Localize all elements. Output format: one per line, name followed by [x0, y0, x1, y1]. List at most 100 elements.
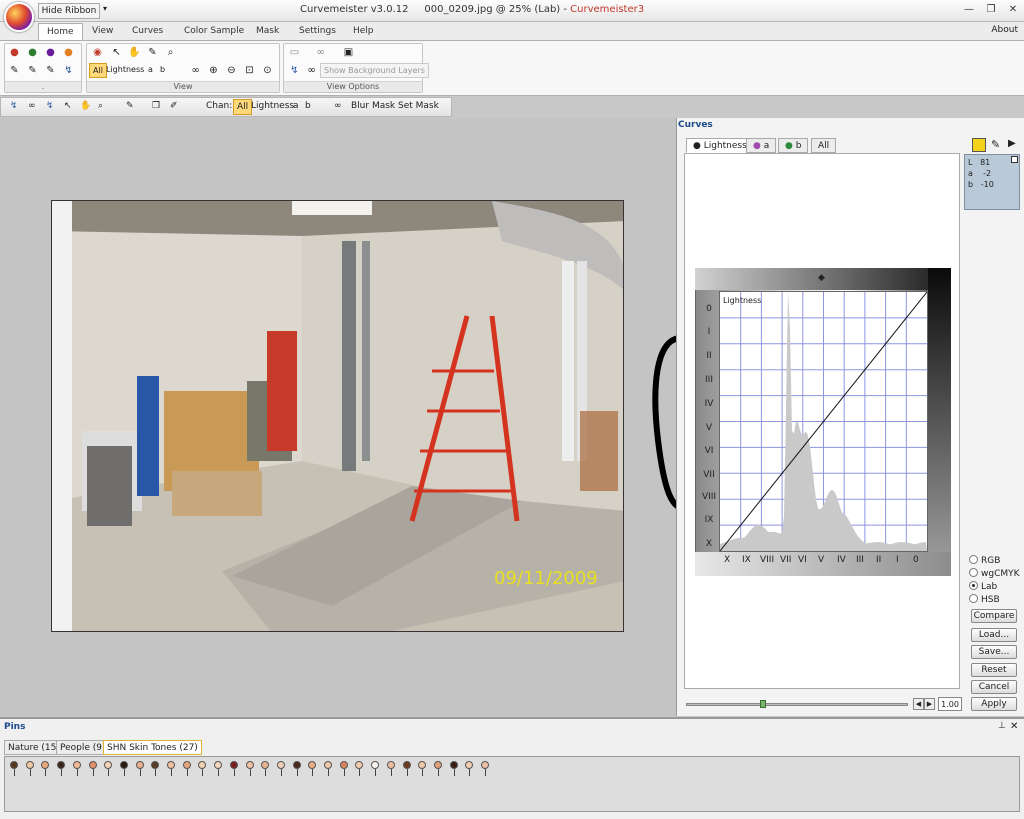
- tb-link-icon[interactable]: ∞: [334, 99, 342, 115]
- skin-tone-pin[interactable]: [433, 761, 442, 776]
- folder-icon[interactable]: [972, 138, 986, 152]
- restore-button[interactable]: ❐: [984, 3, 998, 17]
- play-icon[interactable]: ▶: [1008, 138, 1016, 149]
- skin-tone-pin[interactable]: [339, 761, 348, 776]
- curves-tab-lightness[interactable]: ● Lightness: [686, 138, 754, 153]
- skin-tone-pin[interactable]: [276, 761, 285, 776]
- zoom-out-icon[interactable]: ⊖: [224, 63, 239, 78]
- tb-glasses-icon[interactable]: ∞: [28, 99, 36, 115]
- eyedropper-white-icon[interactable]: ✎: [43, 63, 58, 78]
- mode-hsb-radio[interactable]: HSB: [969, 594, 1021, 606]
- pins-close-icon[interactable]: ✕: [1010, 721, 1018, 732]
- minimize-button[interactable]: —: [962, 3, 976, 17]
- pins-pin-icon[interactable]: ⊥: [998, 721, 1006, 731]
- tab-color-sample[interactable]: Color Sample: [176, 23, 252, 40]
- photo-canvas[interactable]: 09/11/2009: [51, 200, 624, 632]
- eyedropper-gray-icon[interactable]: ✎: [25, 63, 40, 78]
- link-icon[interactable]: ∞: [188, 63, 203, 78]
- tb-sample-icon[interactable]: ✐: [170, 99, 178, 115]
- skin-tone-pin[interactable]: [10, 761, 18, 776]
- quick-access-dropdown-icon[interactable]: ▾: [103, 4, 107, 13]
- tb-channel-all[interactable]: All: [233, 99, 253, 115]
- tb-channel-lightness[interactable]: Lightness: [251, 99, 294, 115]
- color-wheel-icon[interactable]: ●: [43, 45, 58, 60]
- pins-tab-people[interactable]: People (9): [56, 740, 110, 755]
- color-swatch-icon[interactable]: ●: [61, 45, 76, 60]
- skin-tone-pin[interactable]: [135, 761, 144, 776]
- reset-button[interactable]: Reset: [971, 663, 1017, 677]
- compare-button[interactable]: Compare: [971, 609, 1017, 623]
- app-logo-icon[interactable]: [4, 2, 34, 32]
- pins-tab-nature[interactable]: Nature (15): [4, 740, 64, 755]
- skin-tone-pin[interactable]: [88, 761, 97, 776]
- channel-b-chip[interactable]: b: [157, 63, 168, 78]
- curve-plot-svg[interactable]: [720, 292, 927, 551]
- tab-help[interactable]: Help: [345, 23, 382, 40]
- tb-channel-a[interactable]: a: [293, 99, 299, 115]
- color-circles-icon[interactable]: ●: [25, 45, 40, 60]
- mask-view-icon[interactable]: ∞: [313, 45, 328, 60]
- skin-tone-pin[interactable]: [292, 761, 301, 776]
- channel-a-chip[interactable]: a: [145, 63, 156, 78]
- skin-tone-pin[interactable]: [245, 761, 254, 776]
- pins-tab-shn-skin-tones[interactable]: SHN Skin Tones (27): [103, 740, 202, 755]
- close-button[interactable]: ✕: [1006, 3, 1020, 17]
- curves-tab-a[interactable]: ● a: [746, 138, 777, 153]
- channel-lightness-chip[interactable]: Lightness: [103, 63, 147, 78]
- skin-tone-pin[interactable]: [402, 761, 411, 776]
- set-mask-button[interactable]: Set Mask: [398, 99, 439, 115]
- blur-mask-button[interactable]: Blur Mask: [351, 99, 395, 115]
- about-link[interactable]: About: [991, 25, 1018, 35]
- zoom-slider-track[interactable]: [686, 703, 908, 706]
- zoom-value-field[interactable]: 1.00: [938, 697, 962, 711]
- apply-button[interactable]: Apply: [971, 697, 1017, 711]
- tb-channel-b[interactable]: b: [305, 99, 311, 115]
- curve-pin-icon[interactable]: ↯: [61, 63, 76, 78]
- tab-settings[interactable]: Settings: [291, 23, 344, 40]
- top-marker-icon[interactable]: ◆: [818, 273, 825, 283]
- tb-curve-icon[interactable]: ↯: [10, 99, 18, 115]
- tb-hand-icon[interactable]: ✋: [80, 99, 91, 115]
- skin-tone-pin[interactable]: [182, 761, 191, 776]
- tab-view[interactable]: View: [84, 23, 121, 40]
- tab-mask[interactable]: Mask: [248, 23, 287, 40]
- curvemeister-logo-icon[interactable]: ◉: [90, 45, 105, 60]
- tb-pointer-icon[interactable]: ↖: [64, 99, 72, 115]
- layer-view-icon[interactable]: ▭: [287, 45, 302, 60]
- show-background-layers-button[interactable]: Show Background Layers: [320, 63, 429, 78]
- skin-tone-pin[interactable]: [167, 761, 175, 776]
- zoom-actual-icon[interactable]: ⊙: [260, 63, 275, 78]
- wrench-icon[interactable]: ✎: [991, 138, 1000, 151]
- skin-tone-pin[interactable]: [229, 761, 238, 776]
- tb-eyedropper-icon[interactable]: ✎: [126, 99, 134, 115]
- hide-ribbon-button[interactable]: Hide Ribbon: [38, 3, 100, 19]
- rgb-circles-icon[interactable]: ●: [7, 45, 22, 60]
- skin-tone-pin[interactable]: [481, 761, 489, 776]
- cancel-button[interactable]: Cancel: [971, 680, 1017, 694]
- hand-icon[interactable]: ✋: [127, 45, 142, 60]
- skin-tone-pin[interactable]: [25, 761, 34, 776]
- skin-tone-pin[interactable]: [119, 761, 128, 776]
- load-button[interactable]: Load...: [971, 628, 1017, 642]
- eyedropper-black-icon[interactable]: ✎: [7, 63, 22, 78]
- pointer-icon[interactable]: ↖: [109, 45, 124, 60]
- slider-right-arrow-icon[interactable]: ▶: [924, 698, 935, 710]
- skin-tone-pin[interactable]: [72, 761, 81, 776]
- zoom-icon[interactable]: ⌕: [163, 45, 178, 60]
- skin-tone-pin[interactable]: [386, 761, 395, 776]
- slider-left-arrow-icon[interactable]: ◀: [913, 698, 924, 710]
- skin-tone-pin[interactable]: [449, 761, 458, 776]
- tab-curves[interactable]: Curves: [124, 23, 171, 40]
- tb-curve-add-icon[interactable]: ↯: [46, 99, 54, 115]
- zoom-slider-thumb[interactable]: [760, 700, 766, 708]
- mode-wgcmyk-radio[interactable]: wgCMYK: [969, 568, 1021, 580]
- curve-plot[interactable]: [719, 291, 928, 552]
- tab-home[interactable]: Home: [38, 23, 83, 40]
- curves-tab-b[interactable]: ● b: [778, 138, 809, 153]
- tb-copy-icon[interactable]: ❐: [152, 99, 160, 115]
- curve-tool-icon[interactable]: ↯: [287, 63, 302, 78]
- curves-tab-all[interactable]: All: [811, 138, 837, 153]
- zoom-fit-icon[interactable]: ⊡: [242, 63, 257, 78]
- eyedropper-icon[interactable]: ✎: [145, 45, 160, 60]
- mode-lab-radio[interactable]: Lab: [969, 581, 1021, 593]
